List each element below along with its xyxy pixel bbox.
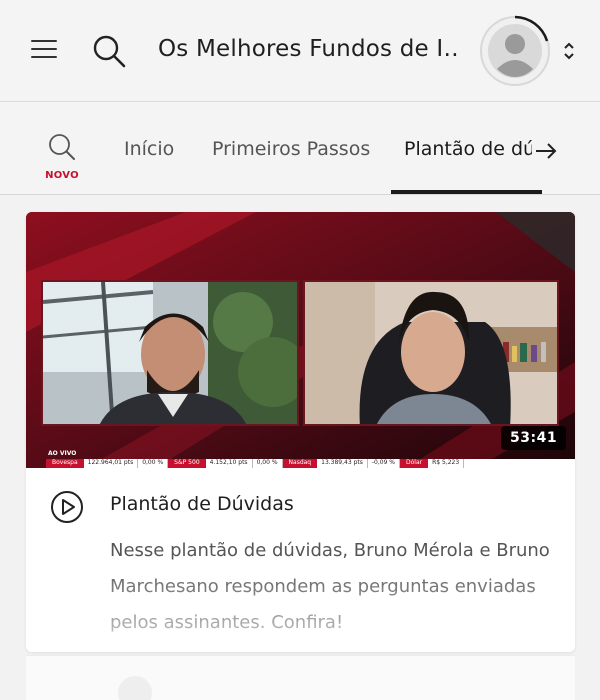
hamburger-menu-icon[interactable] bbox=[31, 40, 57, 60]
next-card-placeholder bbox=[118, 676, 152, 700]
ticker-change: 0,00 % bbox=[253, 459, 283, 468]
ticker-label: Nasdaq bbox=[282, 459, 318, 468]
tab-bar: NOVO Início Primeiros Passos Plantão de … bbox=[0, 102, 600, 195]
search-icon[interactable] bbox=[91, 33, 127, 69]
video-duration-badge: 53:41 bbox=[501, 426, 567, 450]
search-icon bbox=[49, 134, 75, 160]
tab-primeiros-passos[interactable]: Primeiros Passos bbox=[212, 138, 370, 160]
tab-inicio[interactable]: Início bbox=[124, 138, 174, 160]
ticker-value: 13.389,43 pts bbox=[317, 459, 368, 468]
arrow-right-icon[interactable] bbox=[534, 140, 558, 162]
chevron-up-down-icon[interactable] bbox=[562, 40, 576, 62]
live-label: AO VIVO bbox=[48, 450, 77, 457]
next-video-card[interactable] bbox=[26, 655, 575, 700]
market-ticker: Bovespa 122.964,01 pts 0,00 % S&P 500 4.… bbox=[46, 459, 575, 468]
video-thumbnail[interactable]: 53:41 AO VIVO Bovespa 122.964,01 pts 0,0… bbox=[26, 212, 575, 468]
play-circle-icon[interactable] bbox=[50, 490, 84, 524]
new-badge: NOVO bbox=[45, 170, 79, 181]
ticker-label: S&P 500 bbox=[168, 459, 206, 468]
ticker-label: Bovespa bbox=[46, 459, 84, 468]
ticker-value: 122.964,01 pts bbox=[84, 459, 139, 468]
tab-search[interactable]: NOVO bbox=[40, 132, 84, 181]
ticker-change: -0,09 % bbox=[368, 459, 400, 468]
ticker-label: Dólar bbox=[400, 459, 429, 468]
video-title[interactable]: Plantão de Dúvidas bbox=[110, 493, 294, 515]
app-header: Os Melhores Fundos de I… bbox=[0, 0, 600, 102]
ticker-value: 4.152,10 pts bbox=[206, 459, 253, 468]
video-card[interactable]: 53:41 AO VIVO Bovespa 122.964,01 pts 0,0… bbox=[26, 212, 575, 652]
active-tab-indicator bbox=[391, 190, 542, 194]
speaker-left-video bbox=[41, 280, 299, 426]
page-title: Os Melhores Fundos de I… bbox=[158, 36, 458, 62]
user-avatar-icon[interactable] bbox=[479, 15, 551, 87]
description-fade bbox=[26, 562, 575, 652]
ticker-change: 0,00 % bbox=[138, 459, 169, 468]
speaker-right-video bbox=[303, 280, 559, 426]
ticker-value: R$ 5,223 bbox=[428, 459, 465, 468]
tab-plantao-de-duvidas[interactable]: Plantão de dúvidas bbox=[404, 138, 532, 160]
